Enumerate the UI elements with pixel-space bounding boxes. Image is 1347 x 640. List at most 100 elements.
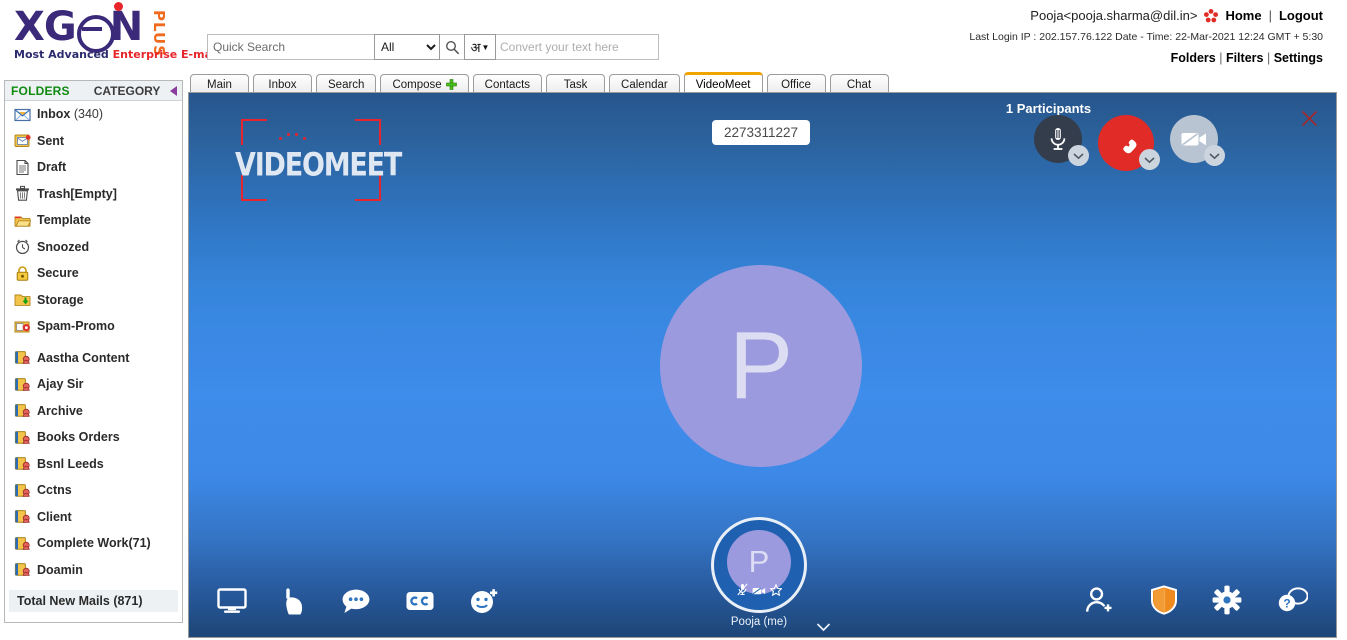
sidebar-item-label: Doamin [37,562,83,577]
sidebar-item-label: Complete Work(71) [37,536,151,551]
sidebar-item-doamin[interactable]: Doamin [5,557,182,584]
collapse-arrow-icon[interactable] [170,85,178,96]
logout-link[interactable]: Logout [1279,8,1323,23]
total-new-mails-label: Total New Mails (871) [9,590,178,612]
reactions-button[interactable] [469,587,499,615]
sidebar-item-archive[interactable]: Archive [5,398,182,425]
sidebar-item-label: Snoozed [37,239,90,254]
tab-calendar[interactable]: Calendar [609,74,680,94]
star-icon [768,583,783,601]
hangup-options-chevron[interactable] [1139,149,1160,170]
main-tabbar: Main Inbox Search Compose Contacts Task … [190,72,1347,94]
sidebar-item-storage[interactable]: Storage [5,287,182,314]
sidebar-item-ajay-sir[interactable]: Ajay Sir [5,371,182,398]
sidebar-item-client[interactable]: Client [5,504,182,531]
screen-share-button[interactable] [217,588,247,614]
separator-2: | [1219,51,1223,65]
search-scope-select[interactable]: All [374,34,440,60]
security-button[interactable] [1150,585,1178,615]
sidebar-category-label[interactable]: CATEGORY [94,84,161,98]
tab-videomeet[interactable]: VideoMeet [683,72,763,94]
mic-button[interactable] [1034,115,1089,166]
filters-link[interactable]: Filters [1226,51,1264,65]
search-icon[interactable] [440,34,464,60]
chevron-down-icon: ▼ [481,42,490,52]
videomeet-stage: VIDEOMEET 2273311227 1 Participants P P … [188,92,1337,638]
logo-letter-n: N [109,4,143,50]
tab-office[interactable]: Office [766,74,826,94]
raise-hand-button[interactable] [281,587,307,615]
mic-options-chevron[interactable] [1068,145,1089,166]
sidebar-item-draft[interactable]: Draft [5,154,182,181]
sidebar-item-label: Archive [37,403,83,418]
sidebar-folders-label[interactable]: FOLDERS [11,84,70,98]
sidebar-item-secure[interactable]: Secure [5,260,182,287]
self-view-expand-chevron[interactable] [816,619,831,637]
tab-label: Search [328,78,365,91]
separator-1: | [1268,8,1272,23]
meeting-bottom-left-toolbar [217,587,499,615]
gear-flower-icon[interactable] [1204,8,1219,23]
convert-text-input[interactable] [496,34,659,60]
invite-participant-button[interactable] [1084,586,1116,614]
tab-main[interactable]: Main [190,74,249,94]
account-email: Pooja<pooja.sharma@dil.in> [1030,8,1198,23]
tab-compose[interactable]: Compose [380,74,469,94]
tab-chat[interactable]: Chat [829,74,889,94]
tab-inbox[interactable]: Inbox [253,74,312,94]
settings-link[interactable]: Settings [1274,51,1323,65]
logo-tagline: Most Advanced Enterprise E-mail [14,48,220,61]
sidebar-item-label: Cctns [37,483,72,498]
settings-button[interactable] [1212,585,1242,615]
main-participant-avatar[interactable]: P [660,265,862,467]
folders-link[interactable]: Folders [1171,51,1216,65]
sidebar-item-template[interactable]: Template [5,207,182,234]
user-folder-icon [14,429,31,446]
app-logo[interactable]: XG N PLUS Most Advanced Enterprise E-mail [6,2,220,68]
sidebar-item-spam-promo[interactable]: Spam-Promo [5,313,182,340]
spam-icon [14,318,31,335]
sidebar-item-books-orders[interactable]: Books Orders [5,424,182,451]
language-convert-toggle[interactable]: अ ▼ [464,34,496,60]
app-header: XG N PLUS Most Advanced Enterprise E-mail… [0,0,1347,70]
tab-contacts[interactable]: Contacts [472,74,543,94]
tab-task[interactable]: Task [546,74,606,94]
meeting-id-badge[interactable]: 2273311227 [712,120,810,145]
tab-label: Chat [846,78,872,91]
self-view-badges [711,583,807,601]
sidebar-item-aastha-content[interactable]: Aastha Content [5,345,182,372]
participants-count-label: 1 Participants [1005,101,1092,116]
tagline-part2: Enterprise E-mail [112,48,220,61]
sidebar-item-trash[interactable]: Trash[Empty] [5,181,182,208]
closed-captions-button[interactable] [405,589,435,613]
chat-button[interactable] [341,588,371,615]
close-icon[interactable] [1301,110,1318,127]
sidebar-item-snoozed[interactable]: Snoozed [5,234,182,261]
sidebar-item-bsnl-leeds[interactable]: Bsnl Leeds [5,451,182,478]
sidebar-item-complete-work[interactable]: Complete Work(71) [5,530,182,557]
self-view-tile[interactable]: P Pooja (me) [704,517,831,635]
search-input[interactable] [207,34,374,60]
sidebar-item-inbox[interactable]: Inbox (340) [5,101,182,128]
logo-letter-g: G [43,4,77,50]
help-button[interactable]: ? [1276,586,1308,614]
lock-icon [14,265,31,282]
tab-label: Contacts [484,78,531,91]
sidebar-item-sent[interactable]: Sent [5,128,182,155]
user-folder-icon [14,402,31,419]
hangup-button[interactable] [1098,115,1160,171]
separator-3: | [1266,51,1271,65]
logo-red-dot [114,2,123,11]
tab-search[interactable]: Search [316,74,377,94]
self-avatar-initial: P [748,543,770,579]
home-link[interactable]: Home [1225,8,1261,23]
camera-button[interactable] [1170,115,1225,166]
camera-options-chevron[interactable] [1204,145,1225,166]
logo-letter-o-ring [76,12,115,53]
sidebar-item-cctns[interactable]: Cctns [5,477,182,504]
devanagari-glyph: अ [470,40,481,55]
user-folder-icon [14,349,31,366]
user-folder-icon [14,508,31,525]
sidebar-item-label: Spam-Promo [37,319,115,334]
tab-label: Main [207,78,232,91]
